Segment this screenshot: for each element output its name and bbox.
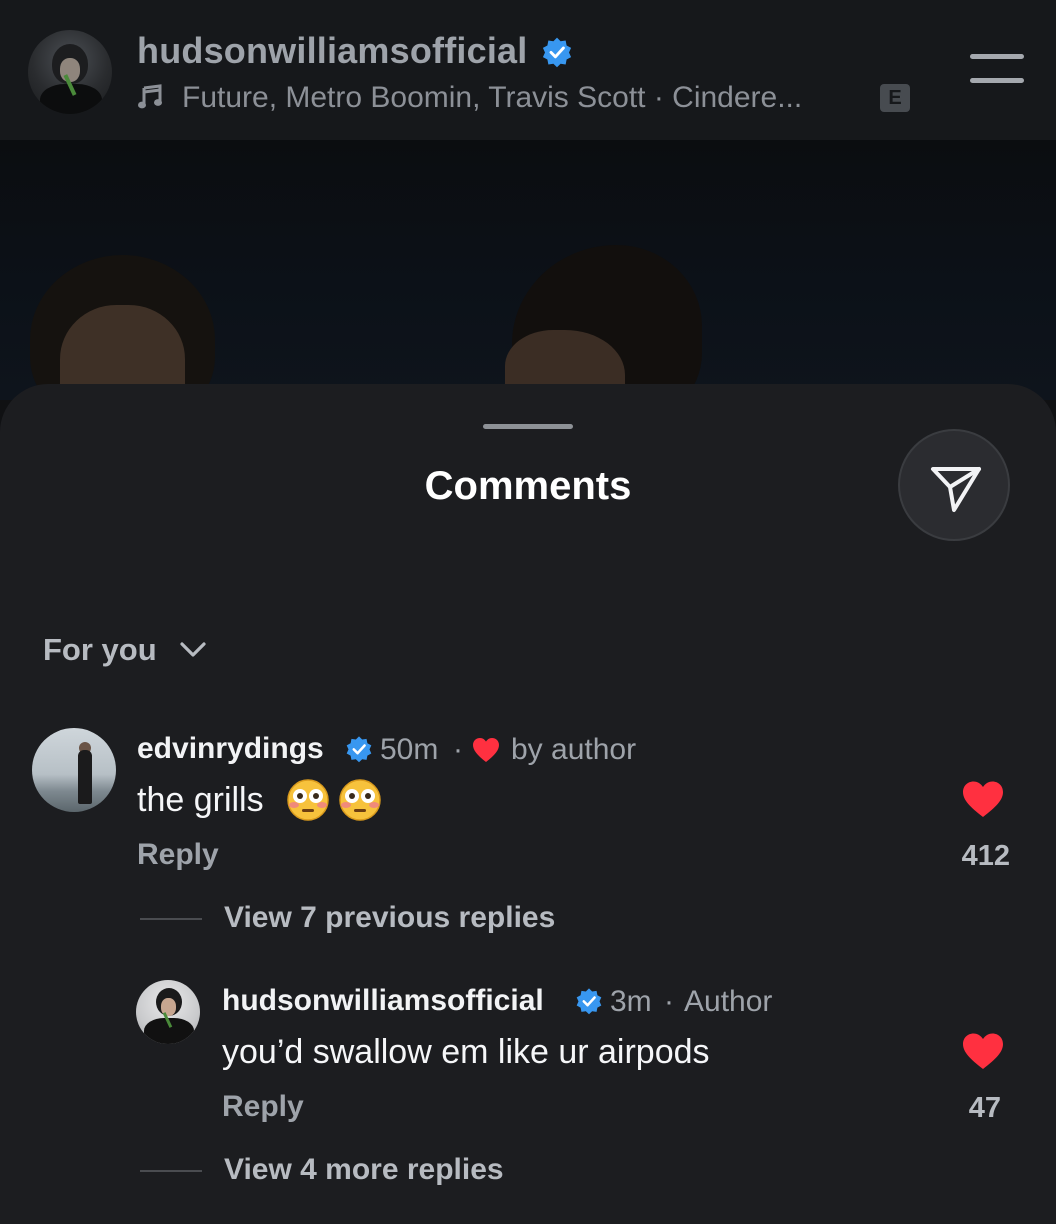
flushed-face-emoji-icon	[287, 779, 329, 821]
view-more-replies-button[interactable]: View 4 more replies	[224, 1153, 504, 1187]
reply-button[interactable]: Reply	[222, 1090, 304, 1124]
meta-separator: ·	[664, 985, 674, 1018]
like-heart-icon[interactable]	[962, 1032, 1004, 1070]
like-heart-icon[interactable]	[962, 780, 1004, 818]
comment-username[interactable]: edvinrydings	[137, 732, 324, 766]
like-count: 47	[968, 1092, 1001, 1124]
like-count: 412	[961, 840, 1010, 872]
reply-username[interactable]: hudsonwilliamsofficial	[222, 984, 544, 1018]
thread-line	[140, 1170, 202, 1172]
explicit-badge: E	[880, 84, 910, 112]
view-previous-replies-button[interactable]: View 7 previous replies	[224, 901, 555, 935]
send-icon	[931, 467, 981, 512]
comment-text: the grills	[137, 781, 264, 819]
reply-text: you’d swallow em like ur airpods	[222, 1033, 710, 1071]
author-liked-heart-icon	[473, 738, 499, 762]
share-button[interactable]	[898, 429, 1010, 541]
meta-separator: ·	[453, 733, 463, 766]
comment-avatar[interactable]	[32, 728, 116, 812]
comment-time: 50m	[380, 733, 439, 766]
verified-badge-icon	[346, 736, 372, 763]
author-label: Author	[684, 985, 773, 1018]
profile-username[interactable]: hudsonwilliamsofficial	[137, 30, 527, 72]
verified-badge-icon	[542, 37, 572, 68]
reply-time: 3m	[610, 985, 652, 1018]
reel-header: hudsonwilliamsofficial Future, Metro Boo…	[0, 0, 1056, 140]
reply-avatar[interactable]	[136, 980, 200, 1044]
liked-by-author-label: by author	[511, 733, 637, 766]
reel-video-frame	[0, 140, 1056, 400]
flushed-face-emoji-icon	[339, 779, 381, 821]
chevron-down-icon	[180, 642, 206, 657]
profile-avatar[interactable]	[28, 30, 112, 114]
reply-button[interactable]: Reply	[137, 838, 219, 872]
audio-track-label[interactable]: Future, Metro Boomin, Travis Scott · Cin…	[182, 81, 802, 115]
menu-icon[interactable]	[970, 54, 1026, 84]
sort-label: For you	[43, 632, 157, 667]
music-note-icon	[138, 84, 162, 109]
sheet-grabber[interactable]	[483, 424, 573, 429]
comments-sheet: Comments For you edvinrydings 50m · by a…	[0, 384, 1056, 1224]
verified-badge-icon	[576, 988, 602, 1015]
thread-line	[140, 918, 202, 920]
